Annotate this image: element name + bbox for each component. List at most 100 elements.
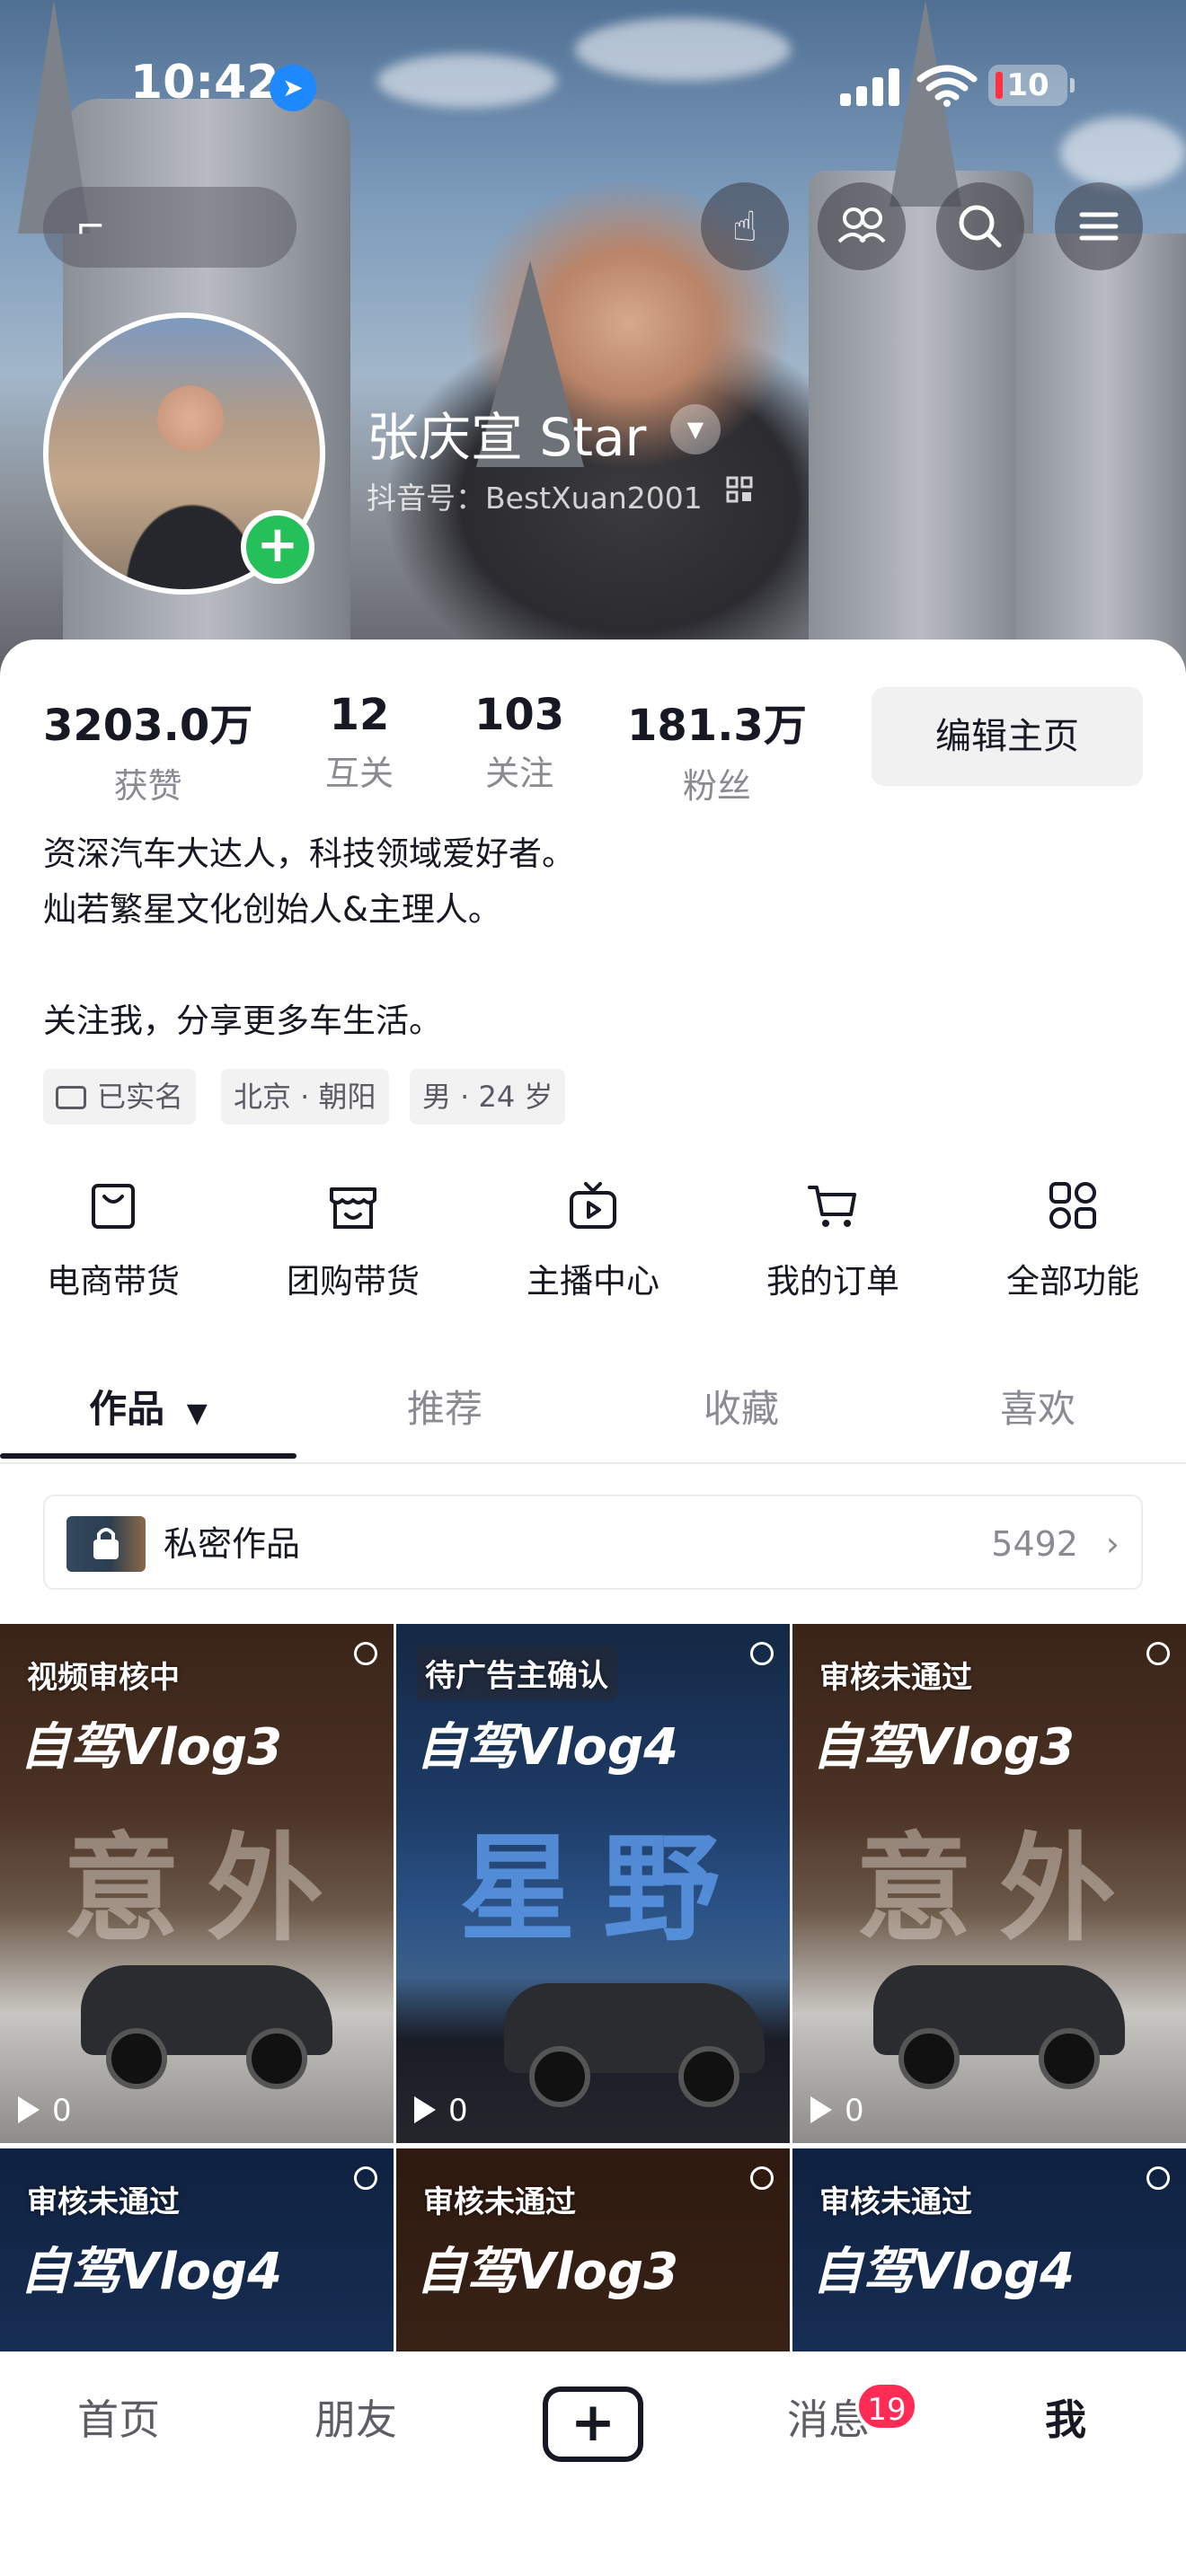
account-switch-caret-icon[interactable]: ▼ <box>670 404 721 454</box>
bio-line <box>43 938 575 993</box>
function-label: 我的订单 <box>766 1262 899 1301</box>
function-label: 电商带货 <box>47 1262 180 1301</box>
video-card[interactable]: 审核未通过 自驾Vlog3 意外 0 <box>792 1624 1186 2143</box>
bio-line: 灿若繁星文化创始人&主理人。 <box>43 890 501 929</box>
play-icon <box>810 2096 832 2123</box>
function-ecommerce[interactable]: 电商带货 <box>23 1177 203 1302</box>
friends-icon <box>837 207 886 243</box>
video-cover-text: 星野 <box>459 1820 748 1957</box>
location-arrow-icon: ➤ <box>270 65 316 111</box>
function-all[interactable]: 全部功能 <box>983 1177 1163 1302</box>
stat-mutual[interactable]: 12 互关 <box>325 690 394 795</box>
play-icon <box>18 2096 40 2123</box>
create-button[interactable]: + <box>543 2386 643 2462</box>
video-status: 待广告主确认 <box>416 1645 617 1700</box>
video-play-count: 0 <box>414 2093 468 2129</box>
stat-label: 互关 <box>325 754 394 793</box>
function-label: 全部功能 <box>1006 1262 1139 1301</box>
video-badge-icon <box>750 1642 774 1665</box>
video-badge-icon <box>1146 2166 1170 2190</box>
status-time: 10:42 <box>130 56 279 110</box>
cover-castle-tower <box>1015 234 1186 683</box>
add-story-button[interactable]: + <box>241 510 314 584</box>
video-title: 自驾Vlog3 <box>20 1718 283 1777</box>
cover-cloud <box>377 54 557 108</box>
video-card[interactable]: 待广告主确认 自驾Vlog4 星野 0 <box>396 1624 790 2143</box>
play-icon <box>414 2096 436 2123</box>
bio-line: 资深汽车大达人，科技领域爱好者。 <box>43 834 575 873</box>
store-icon <box>330 1187 376 1229</box>
tab-label: 作品 <box>89 1387 165 1431</box>
stat-value: 12 <box>329 690 390 740</box>
friends-button[interactable] <box>818 182 906 270</box>
function-live-center[interactable]: 主播中心 <box>503 1177 683 1302</box>
play-count-value: 0 <box>845 2093 864 2129</box>
cover-cloud <box>1060 117 1186 189</box>
video-title: 自驾Vlog3 <box>812 1718 1075 1777</box>
tab-recommend[interactable]: 推荐 <box>296 1354 593 1464</box>
stat-value: 181.3万 <box>627 701 807 751</box>
search-icon <box>959 205 1002 248</box>
nav-friends[interactable]: 朋友 <box>284 2352 428 2487</box>
lock-icon <box>93 1528 119 1559</box>
profile-bio: 资深汽车大达人，科技领域爱好者。 灿若繁星文化创始人&主理人。 关注我，分享更多… <box>43 826 575 1049</box>
video-badge-icon <box>354 2166 377 2190</box>
hand-pointer-button[interactable]: ☝ <box>701 182 789 270</box>
video-badge-icon <box>750 2166 774 2190</box>
video-title: 自驾Vlog4 <box>812 2243 1075 2301</box>
play-count-value: 0 <box>448 2093 468 2129</box>
edit-profile-button[interactable]: 编辑主页 <box>872 687 1143 786</box>
battery-indicator: 10 <box>988 65 1075 106</box>
play-count-value: 0 <box>52 2093 72 2129</box>
gender-age-tag[interactable]: 男 · 24 岁 <box>410 1069 566 1125</box>
nav-home[interactable]: 首页 <box>47 2352 190 2487</box>
back-pill-button[interactable]: ⌐ <box>43 187 296 268</box>
stat-likes[interactable]: 3203.0万 获赞 <box>43 690 252 807</box>
menu-button[interactable] <box>1055 182 1143 270</box>
video-card[interactable]: 审核未通过 自驾Vlog4 <box>792 2148 1186 2351</box>
stat-value: 3203.0万 <box>43 701 253 751</box>
cover-cloud <box>575 18 791 81</box>
bio-line: 关注我，分享更多车生活。 <box>43 1001 442 1040</box>
verified-tag[interactable]: 已实名 <box>43 1069 197 1125</box>
stat-followers[interactable]: 181.3万 粉丝 <box>627 690 807 807</box>
video-play-count: 0 <box>18 2093 72 2129</box>
video-status: 视频审核中 <box>27 1660 180 1696</box>
back-label: ⌐ <box>75 207 106 248</box>
cart-icon <box>808 1186 856 1227</box>
private-works-count: 5492 <box>991 1524 1078 1564</box>
qr-code-icon[interactable] <box>726 476 753 503</box>
tab-works[interactable]: 作品 ▼ <box>0 1354 296 1464</box>
video-card[interactable]: 审核未通过 自驾Vlog4 <box>0 2148 394 2351</box>
live-tv-icon <box>570 1182 616 1229</box>
douyin-id[interactable]: 抖音号：BestXuan2001 <box>367 474 703 517</box>
tab-likes[interactable]: 喜欢 <box>890 1354 1186 1464</box>
function-group-buy[interactable]: 团购带货 <box>263 1177 443 1302</box>
profile-nickname: 张庆宣 Star <box>367 407 647 468</box>
shopping-bag-icon <box>92 1184 135 1229</box>
stat-label: 获赞 <box>113 766 182 806</box>
stat-following[interactable]: 103 关注 <box>474 690 564 795</box>
stat-label: 关注 <box>485 754 554 793</box>
video-grid: 视频审核中 自驾Vlog3 意外 0 待广告主确认 自驾Vlog4 星野 0 审… <box>0 1624 1186 2351</box>
nav-me[interactable]: 我 <box>994 2352 1137 2487</box>
video-card[interactable]: 视频审核中 自驾Vlog3 意外 0 <box>0 1624 394 2143</box>
menu-icon <box>1079 212 1119 241</box>
video-title: 自驾Vlog4 <box>416 1718 679 1777</box>
tab-favorites[interactable]: 收藏 <box>593 1354 890 1464</box>
private-works-row[interactable]: 私密作品 5492 › <box>43 1495 1143 1590</box>
hand-pointer-icon: ☝ <box>731 202 757 251</box>
video-play-count: 0 <box>810 2093 864 2129</box>
video-cover-text: 意外 <box>855 1820 1144 1957</box>
function-my-orders[interactable]: 我的订单 <box>743 1177 923 1302</box>
private-works-label: 私密作品 <box>164 1524 301 1564</box>
chevron-down-icon: ▼ <box>186 1398 208 1429</box>
messages-badge: 19 <box>855 2381 918 2431</box>
bottom-nav: 首页 朋友 + 消息 19 我 <box>0 2351 1186 2576</box>
video-card[interactable]: 审核未通过 自驾Vlog3 <box>396 2148 790 2351</box>
function-label: 团购带货 <box>287 1262 420 1301</box>
location-tag[interactable]: 北京 · 朝阳 <box>221 1069 389 1125</box>
search-button[interactable] <box>936 182 1024 270</box>
profile-tabs: 作品 ▼ 推荐 收藏 喜欢 <box>0 1354 1186 1464</box>
video-badge-icon <box>354 1642 377 1665</box>
